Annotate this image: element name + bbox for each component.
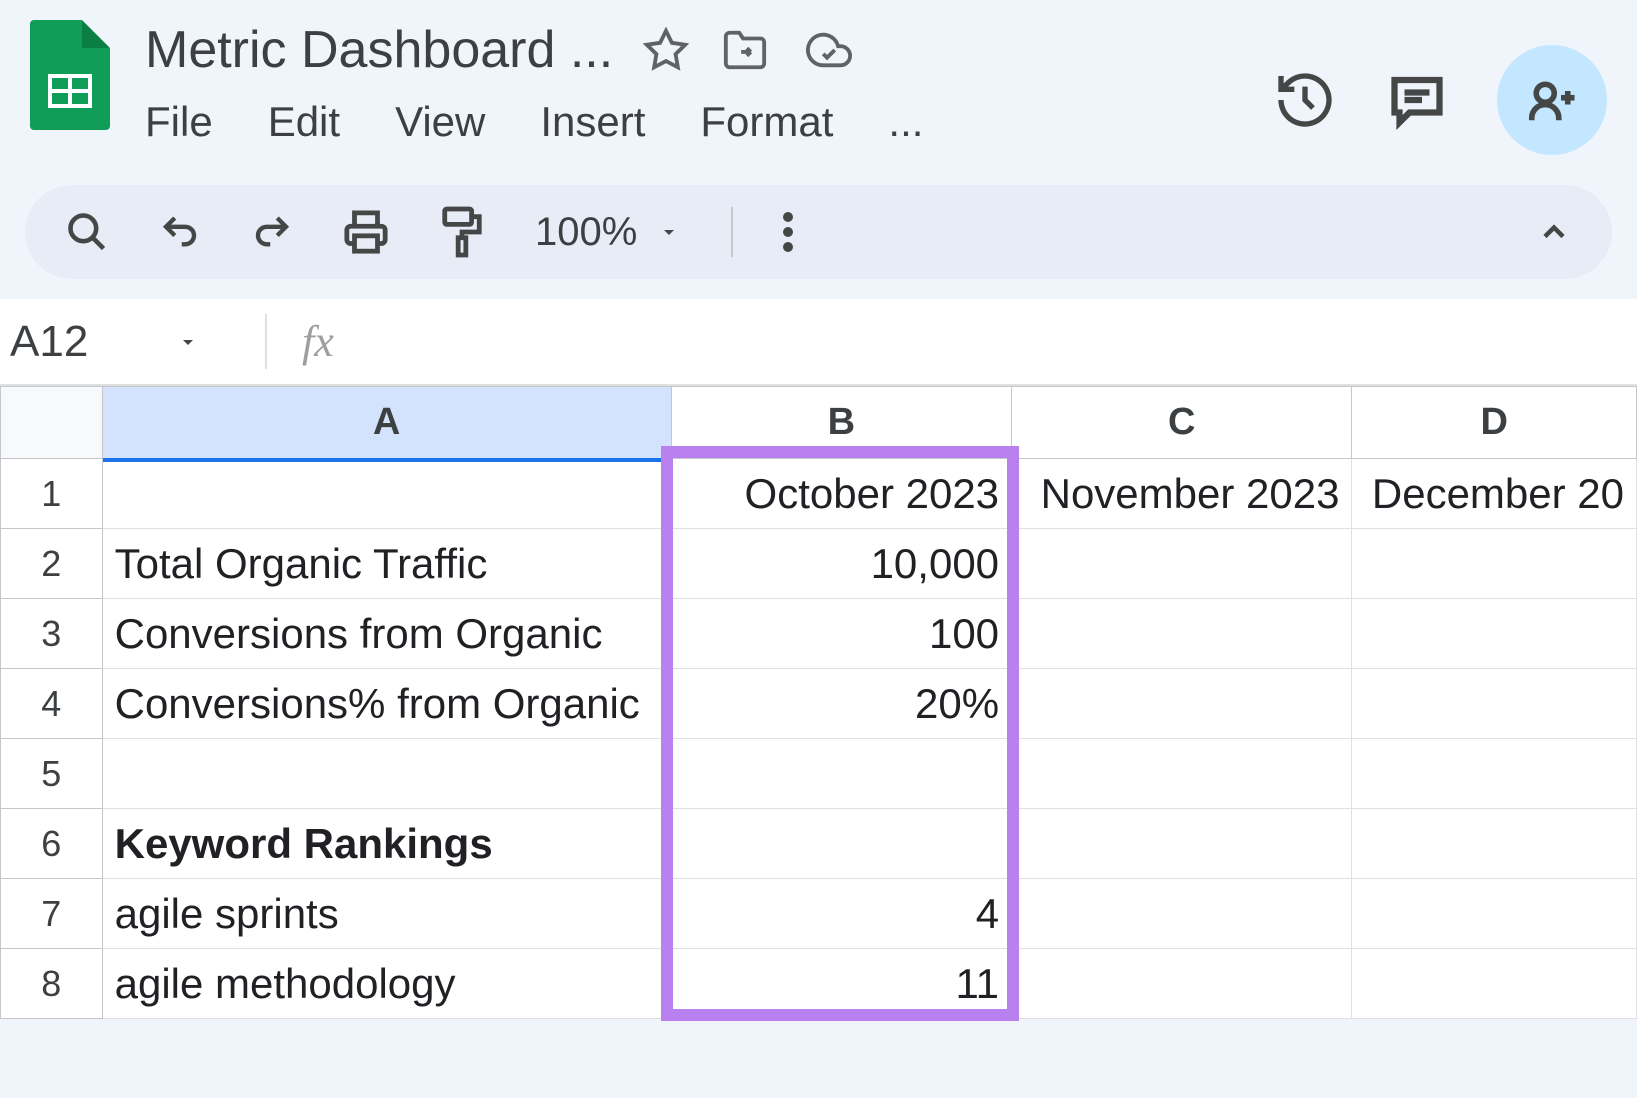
paint-format-icon[interactable] xyxy=(439,205,485,259)
cell-c8[interactable] xyxy=(1012,949,1352,1019)
redo-icon[interactable] xyxy=(251,211,293,253)
doc-info: Metric Dashboard ... File Edit View Inse… xyxy=(145,20,1273,146)
cell-a2[interactable]: Total Organic Traffic xyxy=(102,529,671,599)
cell-d6[interactable] xyxy=(1352,809,1637,879)
collapse-toolbar-icon[interactable] xyxy=(1536,214,1572,250)
menu-insert[interactable]: Insert xyxy=(540,98,645,146)
header-bar: Metric Dashboard ... File Edit View Inse… xyxy=(0,0,1637,165)
cell-c6[interactable] xyxy=(1012,809,1352,879)
row-header-6[interactable]: 6 xyxy=(1,809,103,879)
sheets-logo[interactable] xyxy=(30,20,110,130)
print-icon[interactable] xyxy=(343,209,389,255)
row-header-7[interactable]: 7 xyxy=(1,879,103,949)
cell-c5[interactable] xyxy=(1012,739,1352,809)
cell-d2[interactable] xyxy=(1352,529,1637,599)
cell-a3[interactable]: Conversions from Organic xyxy=(102,599,671,669)
cell-b3[interactable]: 100 xyxy=(671,599,1011,669)
search-icon[interactable] xyxy=(65,210,109,254)
cell-d5[interactable] xyxy=(1352,739,1637,809)
menu-format[interactable]: Format xyxy=(700,98,833,146)
cell-b5[interactable] xyxy=(671,739,1011,809)
col-header-d[interactable]: D xyxy=(1352,387,1637,459)
col-header-a[interactable]: A xyxy=(102,387,671,459)
zoom-value: 100% xyxy=(535,210,637,255)
cell-a6[interactable]: Keyword Rankings xyxy=(102,809,671,879)
cell-reference[interactable]: A12 xyxy=(10,317,230,367)
menu-more[interactable]: ... xyxy=(888,98,923,146)
cell-b1[interactable]: October 2023 xyxy=(671,459,1011,529)
share-button[interactable] xyxy=(1497,45,1607,155)
col-header-c[interactable]: C xyxy=(1012,387,1352,459)
select-all-corner[interactable] xyxy=(1,387,103,459)
cloud-saved-icon[interactable] xyxy=(801,27,857,73)
menu-bar: File Edit View Insert Format ... xyxy=(145,98,1273,146)
cell-a1[interactable] xyxy=(102,459,671,529)
cell-a4[interactable]: Conversions% from Organic xyxy=(102,669,671,739)
zoom-control[interactable]: 100% xyxy=(535,210,681,255)
row-header-2[interactable]: 2 xyxy=(1,529,103,599)
cell-c3[interactable] xyxy=(1012,599,1352,669)
row-header-4[interactable]: 4 xyxy=(1,669,103,739)
cell-b7[interactable]: 4 xyxy=(671,879,1011,949)
cell-b2[interactable]: 10,000 xyxy=(671,529,1011,599)
divider xyxy=(265,314,267,369)
cell-b4[interactable]: 20% xyxy=(671,669,1011,739)
more-tools-icon[interactable] xyxy=(783,210,793,254)
menu-file[interactable]: File xyxy=(145,98,213,146)
cell-ref-value: A12 xyxy=(10,317,88,367)
cell-c4[interactable] xyxy=(1012,669,1352,739)
history-icon[interactable] xyxy=(1273,68,1337,132)
chevron-down-icon xyxy=(657,220,681,244)
row-header-3[interactable]: 3 xyxy=(1,599,103,669)
cell-c7[interactable] xyxy=(1012,879,1352,949)
toolbar-divider xyxy=(731,207,733,257)
cell-d8[interactable] xyxy=(1352,949,1637,1019)
move-folder-icon[interactable] xyxy=(719,27,771,73)
cell-c2[interactable] xyxy=(1012,529,1352,599)
toolbar: 100% xyxy=(25,185,1612,279)
cell-reference-bar: A12 fx xyxy=(0,299,1637,386)
cell-b8[interactable]: 11 xyxy=(671,949,1011,1019)
menu-view[interactable]: View xyxy=(395,98,485,146)
title-row: Metric Dashboard ... xyxy=(145,20,1273,80)
cell-b6[interactable] xyxy=(671,809,1011,879)
grid-table: A B C D 1 October 2023 November 2023 Dec… xyxy=(0,386,1637,1019)
col-header-b[interactable]: B xyxy=(671,387,1011,459)
row-header-5[interactable]: 5 xyxy=(1,739,103,809)
chevron-down-icon xyxy=(176,330,200,354)
cell-d1[interactable]: December 20 xyxy=(1352,459,1637,529)
comments-icon[interactable] xyxy=(1387,70,1447,130)
cell-a7[interactable]: agile sprints xyxy=(102,879,671,949)
spreadsheet-grid: A B C D 1 October 2023 November 2023 Dec… xyxy=(0,386,1637,1019)
menu-edit[interactable]: Edit xyxy=(268,98,340,146)
cell-d4[interactable] xyxy=(1352,669,1637,739)
right-controls xyxy=(1273,20,1607,155)
cell-a8[interactable]: agile methodology xyxy=(102,949,671,1019)
undo-icon[interactable] xyxy=(159,211,201,253)
doc-title[interactable]: Metric Dashboard ... xyxy=(145,20,613,80)
cell-c1[interactable]: November 2023 xyxy=(1012,459,1352,529)
cell-d3[interactable] xyxy=(1352,599,1637,669)
star-icon[interactable] xyxy=(643,27,689,73)
cell-d7[interactable] xyxy=(1352,879,1637,949)
row-header-8[interactable]: 8 xyxy=(1,949,103,1019)
fx-label: fx xyxy=(302,316,334,367)
row-header-1[interactable]: 1 xyxy=(1,459,103,529)
cell-a5[interactable] xyxy=(102,739,671,809)
